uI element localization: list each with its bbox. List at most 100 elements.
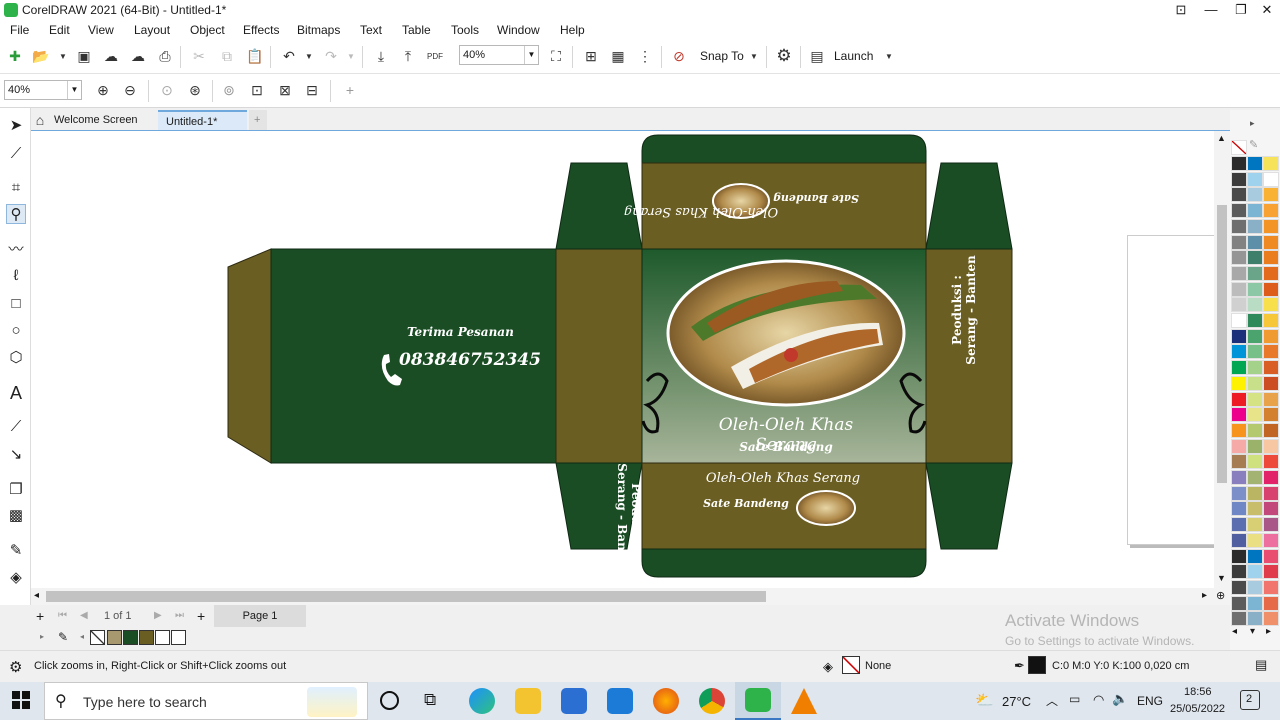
palette-swatch[interactable] — [1231, 375, 1247, 391]
scroll-down-icon[interactable]: ▼ — [1217, 573, 1226, 583]
add-page-after-icon[interactable]: + — [197, 608, 205, 624]
tab-untitled-1[interactable]: Untitled-1* — [158, 110, 247, 130]
palette-swatch[interactable] — [1263, 203, 1279, 219]
language-indicator[interactable]: ENG — [1137, 694, 1163, 708]
open-icon[interactable]: 📂 — [32, 47, 50, 65]
cut-icon[interactable]: ✂ — [190, 47, 208, 65]
snap-dropdown-icon[interactable]: ▼ — [745, 47, 763, 65]
palette-swatch[interactable] — [1247, 579, 1263, 595]
undo-icon[interactable]: ↶ — [280, 47, 298, 65]
palette-swatch[interactable] — [1263, 422, 1279, 438]
palette-swatch[interactable] — [1231, 422, 1247, 438]
palette-swatch[interactable] — [1247, 438, 1263, 454]
transparency-tool-icon[interactable]: ▩ — [6, 506, 26, 526]
polygon-tool-icon[interactable]: ⬡ — [6, 348, 26, 368]
page-tab-1[interactable]: Page 1 — [214, 605, 306, 627]
menu-object[interactable]: Object — [190, 23, 225, 37]
doc-swatch-green[interactable] — [123, 630, 138, 645]
palette-swatch[interactable] — [1247, 422, 1263, 438]
export-pdf-icon[interactable]: PDF — [426, 47, 444, 65]
zoom-selected-icon[interactable]: ⊙ — [158, 81, 176, 99]
palette-swatch[interactable] — [1247, 407, 1263, 423]
import-icon[interactable]: ⤓ — [372, 47, 390, 65]
shape-tool-icon[interactable]: ⟋ — [6, 144, 26, 164]
palette-swatch[interactable] — [1231, 344, 1247, 360]
copy-icon[interactable]: ⧉ — [218, 47, 236, 65]
close-button[interactable]: ✕ — [1252, 0, 1280, 20]
options-gear-icon[interactable]: ⚙ — [775, 46, 793, 65]
palette-swatch[interactable] — [1231, 438, 1247, 454]
add-toolbar-item-icon[interactable]: + — [341, 81, 359, 99]
last-page-icon[interactable]: ⏭ — [175, 610, 184, 621]
eyedropper-tool-icon[interactable]: ✎ — [6, 541, 26, 561]
volume-icon[interactable]: 🔈 — [1112, 691, 1128, 707]
taskbar-search-box[interactable]: ⚲ Type here to search — [44, 682, 368, 720]
palette-swatch[interactable] — [1263, 501, 1279, 517]
navigator-icon[interactable]: ⊕ — [1216, 589, 1225, 602]
palette-swatch[interactable] — [1247, 391, 1263, 407]
palette-expand-icon[interactable]: ▸ — [40, 632, 44, 641]
export-icon[interactable]: ⤒ — [399, 47, 417, 65]
menu-table[interactable]: Table — [402, 23, 431, 37]
palette-swatch[interactable] — [1247, 375, 1263, 391]
zoom-levels-combo[interactable]: 40% ▼ — [4, 80, 82, 100]
palette-swatch[interactable] — [1247, 156, 1263, 171]
menu-effects[interactable]: Effects — [243, 23, 279, 37]
palette-swatch[interactable] — [1263, 595, 1279, 611]
add-page-before-icon[interactable]: + — [36, 608, 44, 624]
chevron-down-icon[interactable]: ▼ — [67, 81, 81, 99]
undo-dropdown-icon[interactable]: ▼ — [300, 47, 318, 65]
palette-scroll-left-icon[interactable]: ◂ — [1232, 626, 1237, 637]
fill-none-swatch[interactable] — [842, 656, 860, 674]
palette-swatch[interactable] — [1263, 281, 1279, 297]
zoom-in-icon[interactable]: ⊕ — [94, 81, 112, 99]
palette-swatch[interactable] — [1247, 203, 1263, 219]
scroll-left-icon[interactable]: ◂ — [34, 590, 39, 601]
show-guidelines-icon[interactable]: ⋮ — [636, 47, 654, 65]
palette-swatch[interactable] — [1231, 454, 1247, 470]
color-eyedropper-icon[interactable]: ✎ — [58, 630, 68, 644]
palette-swatch[interactable] — [1231, 265, 1247, 281]
palette-swatch[interactable] — [1231, 313, 1247, 328]
palette-swatch[interactable] — [1247, 564, 1263, 580]
palette-swatch[interactable] — [1263, 438, 1279, 454]
menu-bitmaps[interactable]: Bitmaps — [297, 23, 340, 37]
palette-swatch[interactable] — [1231, 250, 1247, 266]
doc-swatch-white[interactable] — [155, 630, 170, 645]
palette-swatch[interactable] — [1263, 234, 1279, 250]
palette-swatch[interactable] — [1231, 360, 1247, 376]
minimize-button[interactable]: — — [1196, 0, 1226, 20]
notification-center-icon[interactable]: 2 — [1240, 690, 1260, 710]
doc-swatch-olive[interactable] — [139, 630, 154, 645]
show-hidden-icons-icon[interactable]: ︿ — [1046, 692, 1058, 709]
palette-scroll-right-icon[interactable]: ▸ — [1266, 626, 1271, 637]
palette-swatch[interactable] — [1263, 391, 1279, 407]
launch-dropdown-icon[interactable]: ▼ — [880, 47, 898, 65]
chevron-down-icon[interactable]: ▼ — [524, 46, 538, 64]
palette-swatch[interactable] — [1247, 234, 1263, 250]
palette-swatch[interactable] — [1231, 234, 1247, 250]
taskbar-coreldraw-active[interactable] — [735, 682, 781, 720]
palette-swatch[interactable] — [1247, 548, 1263, 564]
palette-swatch[interactable] — [1231, 579, 1247, 595]
palette-options-icon[interactable]: ◂ — [80, 632, 84, 641]
redo-dropdown-icon[interactable]: ▼ — [342, 47, 360, 65]
clock-date[interactable]: 25/05/2022 — [1170, 703, 1225, 715]
cortana-icon[interactable] — [380, 691, 399, 710]
zoom-page-icon[interactable]: ⊚ — [220, 81, 238, 99]
palette-swatch[interactable] — [1231, 485, 1247, 501]
paste-icon[interactable]: 📋 — [246, 47, 264, 65]
palette-swatch[interactable] — [1247, 532, 1263, 548]
palette-swatch[interactable] — [1231, 595, 1247, 611]
palette-swatch[interactable] — [1263, 517, 1279, 533]
zoom-page-height-icon[interactable]: ⊠ — [276, 81, 294, 99]
palette-swatch[interactable] — [1231, 203, 1247, 219]
menu-window[interactable]: Window — [497, 23, 540, 37]
horizontal-scroll-thumb[interactable] — [46, 591, 766, 602]
help-window-icon[interactable]: ⊡ — [1166, 0, 1196, 20]
palette-swatch[interactable] — [1247, 611, 1263, 627]
clock-time[interactable]: 18:56 — [1184, 686, 1212, 698]
freehand-tool-icon[interactable]: 〰 — [6, 240, 26, 260]
palette-swatch[interactable] — [1263, 250, 1279, 266]
status-options-icon[interactable]: ▤ — [1255, 657, 1267, 673]
